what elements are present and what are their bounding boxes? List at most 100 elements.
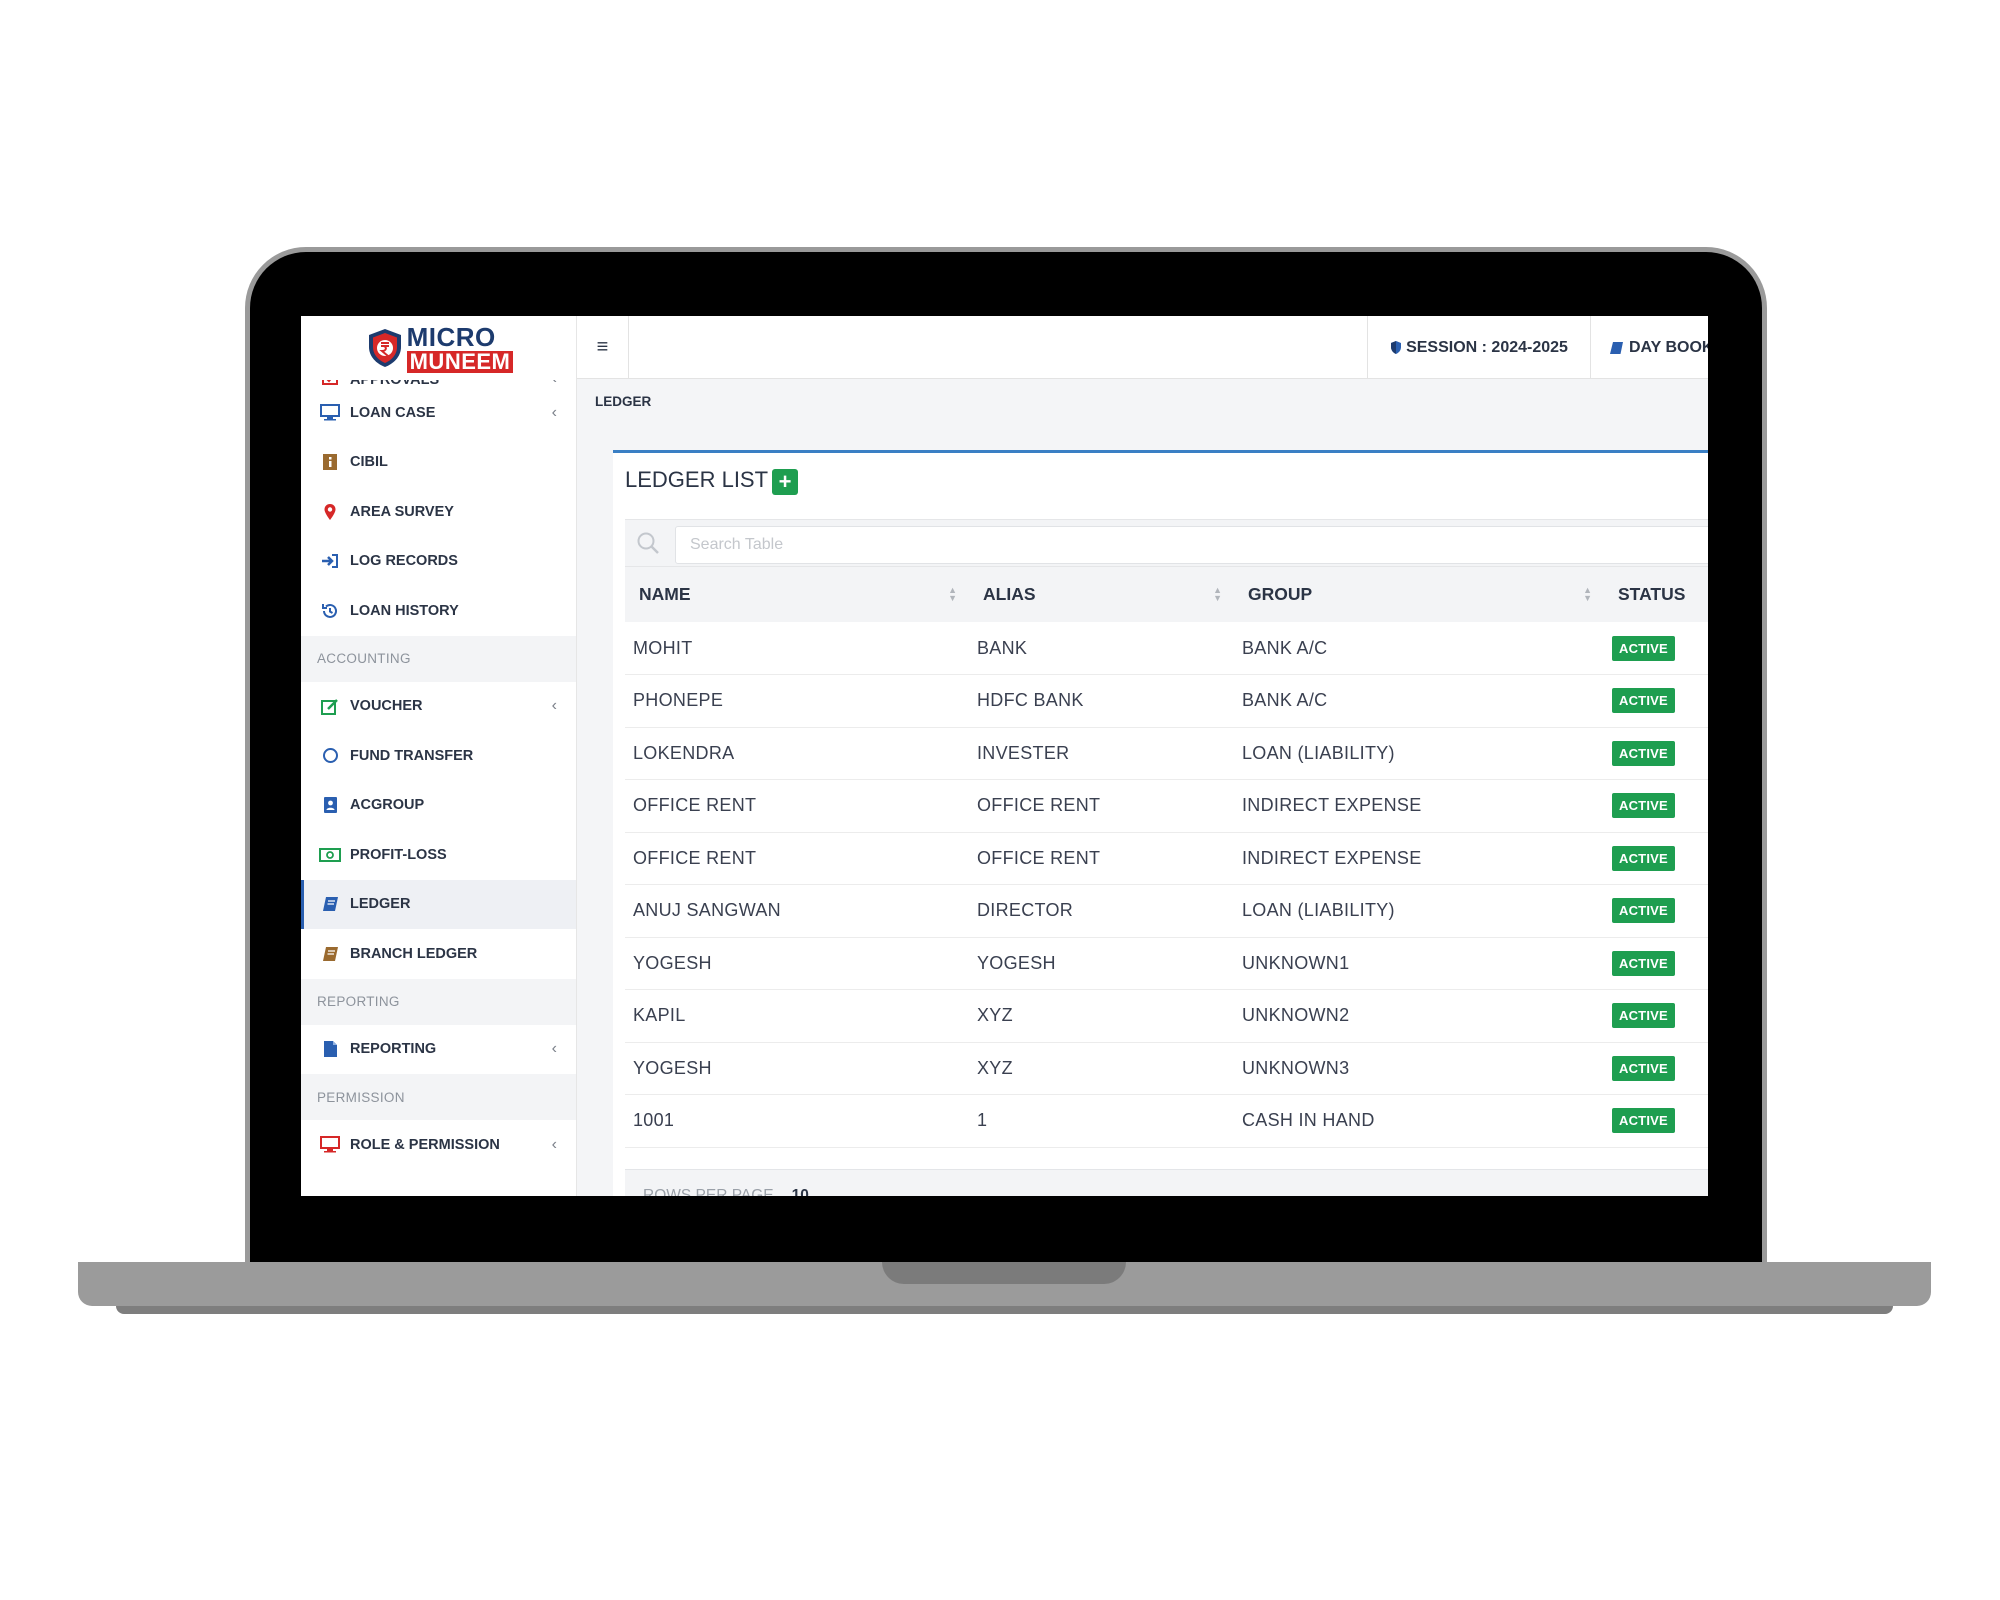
status-badge: ACTIVE <box>1612 793 1675 819</box>
top-bar: ≡ SESSION : 2024-2025 DAY BOOK <box>577 316 1708 379</box>
cell-name: PHONEPE <box>625 674 969 728</box>
rows-per-page-label: ROWS PER PAGE <box>643 1186 774 1197</box>
cell-alias: BANK <box>969 622 1234 675</box>
sidebar-item-label: AREA SURVEY <box>350 503 454 520</box>
sidebar: APPROVALS ‹ LOAN CASE ‹ CIBIL A <box>301 316 577 1196</box>
column-header-alias[interactable]: ALIAS ▲ ▼ <box>969 567 1234 622</box>
cell-name: YOGESH <box>625 937 969 990</box>
sidebar-item-area-survey[interactable]: AREA SURVEY <box>301 487 576 537</box>
cell-name: OFFICE RENT <box>625 779 969 833</box>
status-badge: ACTIVE <box>1612 1003 1675 1029</box>
column-header-group[interactable]: GROUP ▲ ▼ <box>1234 567 1604 622</box>
info-icon <box>319 452 341 472</box>
file-icon <box>319 1039 341 1059</box>
table-row[interactable]: KAPIL XYZ UNKNOWN2 ACTIVE <box>625 989 1708 1043</box>
column-header-status[interactable]: STATUS <box>1604 567 1708 622</box>
menu-toggle-button[interactable]: ≡ <box>577 316 629 379</box>
brand-line1: MICRO <box>406 321 496 352</box>
cell-group: LOAN (LIABILITY) <box>1234 884 1604 938</box>
table-header-row: NAME ▲ ▼ ALIAS ▲ ▼ GROUP ▲ ▼ STATUS <box>625 567 1708 622</box>
sidebar-item-label: BRANCH LEDGER <box>350 945 478 962</box>
sort-icon: ▲ ▼ <box>948 585 957 603</box>
sign-in-icon <box>319 551 341 571</box>
chevron-left-icon: ‹ <box>551 403 557 421</box>
sidebar-item-loan-history[interactable]: LOAN HISTORY <box>301 586 576 636</box>
page-title: LEDGER LIST + <box>625 465 799 495</box>
sidebar-section-reporting: REPORTING <box>301 978 576 1025</box>
sidebar-item-label: FUND TRANSFER <box>350 747 474 764</box>
chevron-left-icon: ‹ <box>551 1135 557 1153</box>
sidebar-menu: APPROVALS ‹ LOAN CASE ‹ CIBIL A <box>301 362 576 1170</box>
sidebar-item-branch-ledger[interactable]: BRANCH LEDGER <box>301 929 576 979</box>
hamburger-icon: ≡ <box>596 336 609 358</box>
column-header-name[interactable]: NAME ▲ ▼ <box>625 567 969 622</box>
sidebar-item-fund-transfer[interactable]: FUND TRANSFER <box>301 731 576 781</box>
table-row[interactable]: YOGESH YOGESH UNKNOWN1 ACTIVE <box>625 937 1708 990</box>
table-row[interactable]: OFFICE RENT OFFICE RENT INDIRECT EXPENSE AC… <box>625 832 1708 885</box>
status-badge: ACTIVE <box>1612 845 1675 871</box>
cell-alias: 1 <box>969 1094 1234 1148</box>
cell-alias: XYZ <box>969 989 1234 1043</box>
sidebar-item-loan-case[interactable]: LOAN CASE ‹ <box>301 388 576 438</box>
table-row[interactable]: 1001 1 CASH IN HAND ACTIVE <box>625 1094 1708 1148</box>
table-row[interactable]: OFFICE RENT OFFICE RENT INDIRECT EXPENSE AC… <box>625 779 1708 833</box>
cell-alias: INVESTER <box>969 727 1234 780</box>
cell-status: ACTIVE <box>1604 727 1708 780</box>
book-icon <box>1609 341 1624 355</box>
cell-group: UNKNOWN1 <box>1234 937 1604 990</box>
brand-wordmark: MICRO MUNEEM <box>406 321 514 373</box>
ledger-table-body: MOHIT BANK BANK A/C ACTIVE PHONEPE HDFC BANK B… <box>625 622 1708 1148</box>
app-screen: APPROVALS ‹ LOAN CASE ‹ CIBIL A <box>301 316 1708 1196</box>
sidebar-item-role-permission[interactable]: ROLE & PERMISSION ‹ <box>301 1120 576 1170</box>
sidebar-item-label: ACGROUP <box>350 797 425 814</box>
table-row[interactable]: MOHIT BANK BANK A/C ACTIVE <box>625 622 1708 675</box>
session-selector[interactable]: SESSION : 2024-2025 <box>1367 316 1591 379</box>
brand-logo[interactable]: MICRO MUNEEM <box>301 316 576 380</box>
cell-status: ACTIVE <box>1604 622 1708 675</box>
rows-per-page-select[interactable]: 10 <box>791 1186 827 1197</box>
sidebar-item-reporting[interactable]: REPORTING ‹ <box>301 1025 576 1075</box>
table-footer: ROWS PER PAGE 10 <box>625 1169 1708 1196</box>
day-book-label: DAY BOOK <box>1629 338 1708 356</box>
sidebar-item-log-records[interactable]: LOG RECORDS <box>301 537 576 587</box>
cell-status: ACTIVE <box>1604 1094 1708 1148</box>
edit-icon <box>319 696 341 716</box>
table-row[interactable]: LOKENDRA INVESTER LOAN (LIABILITY) ACTIVE <box>625 727 1708 780</box>
search-bar <box>625 519 1708 567</box>
cell-name: KAPIL <box>625 989 969 1043</box>
sidebar-item-ledger[interactable]: LEDGER <box>301 879 576 929</box>
sidebar-item-voucher[interactable]: VOUCHER ‹ <box>301 682 576 732</box>
cell-group: BANK A/C <box>1234 674 1604 728</box>
day-book-button[interactable]: DAY BOOK <box>1591 316 1708 379</box>
desktop-icon <box>319 1135 341 1155</box>
sidebar-item-cibil[interactable]: CIBIL <box>301 438 576 488</box>
sidebar-item-acgroup[interactable]: ACGROUP <box>301 781 576 831</box>
shield-logo-icon <box>365 327 405 369</box>
cell-alias: OFFICE RENT <box>969 779 1234 833</box>
search-input[interactable] <box>675 526 1708 564</box>
cell-status: ACTIVE <box>1604 989 1708 1043</box>
sidebar-item-label: CIBIL <box>350 454 388 471</box>
search-icon <box>635 530 661 556</box>
cell-status: ACTIVE <box>1604 937 1708 990</box>
monitor-icon <box>319 403 341 423</box>
session-label: SESSION : 2024-2025 <box>1406 338 1568 356</box>
sidebar-section-permission: PERMISSION <box>301 1074 576 1120</box>
cell-alias: HDFC BANK <box>969 674 1234 728</box>
sidebar-item-label: PROFIT-LOSS <box>350 846 447 863</box>
cell-status: ACTIVE <box>1604 832 1708 885</box>
add-ledger-button[interactable]: + <box>772 469 799 495</box>
table-row[interactable]: ANUJ SANGWAN DIRECTOR LOAN (LIABILITY) ACTI… <box>625 884 1708 938</box>
sidebar-item-profit-loss[interactable]: PROFIT-LOSS <box>301 830 576 880</box>
cell-group: LOAN (LIABILITY) <box>1234 727 1604 780</box>
laptop-base-shadow <box>116 1306 1893 1314</box>
status-badge: ACTIVE <box>1612 1055 1675 1081</box>
shield-icon <box>1390 340 1402 355</box>
table-row[interactable]: YOGESH XYZ UNKNOWN3 ACTIVE <box>625 1042 1708 1095</box>
cell-group: INDIRECT EXPENSE <box>1234 832 1604 885</box>
cell-name: MOHIT <box>625 622 969 675</box>
status-badge: ACTIVE <box>1612 635 1675 661</box>
rows-per-page-value: 10 <box>791 1186 809 1197</box>
circle-icon <box>319 746 341 766</box>
table-row[interactable]: PHONEPE HDFC BANK BANK A/C ACTIVE <box>625 674 1708 728</box>
